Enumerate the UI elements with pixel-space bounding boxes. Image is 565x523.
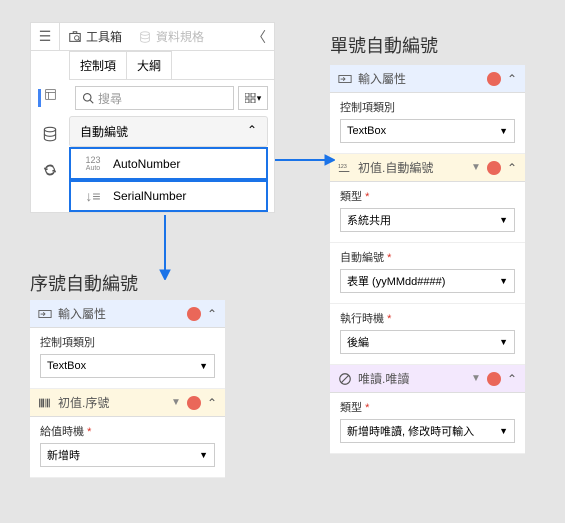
database-icon xyxy=(138,30,152,44)
remove-icon[interactable] xyxy=(487,372,501,386)
section-input-label: 輸入屬性 xyxy=(358,70,481,87)
field-exec: 執行時機 * 後編▼ xyxy=(330,304,525,365)
barcode-icon xyxy=(38,396,52,410)
chevron-up-icon: ⌃ xyxy=(247,123,257,140)
search-placeholder: 搜尋 xyxy=(98,90,122,107)
serialnumber-icon: ↓≡ xyxy=(79,188,107,204)
input-icon xyxy=(38,307,52,321)
item-autonumber-label: AutoNumber xyxy=(113,157,180,171)
field-ro-type: 類型 * 新增時唯讀, 修改時可輸入▼ xyxy=(330,393,525,454)
menu-icon[interactable]: ☰ xyxy=(31,28,59,45)
select-type[interactable]: 系統共用▼ xyxy=(340,208,515,232)
label-timing: 給值時機 * xyxy=(40,423,215,439)
select-timing[interactable]: 新增時▼ xyxy=(40,443,215,467)
toolbox-header: ☰ 工具箱 資料規格 〈 xyxy=(31,23,274,51)
search-row: 搜尋 ▾ xyxy=(69,80,274,116)
group-label: 自動編號 xyxy=(80,123,128,140)
field-autonum: 自動編號 * 表單 (yyMMdd####)▼ xyxy=(330,243,525,304)
autonum-init-icon: 123 xyxy=(338,161,352,175)
input-icon xyxy=(338,72,352,86)
label-autonum: 自動編號 * xyxy=(340,249,515,265)
item-autonumber[interactable]: 123 Auto AutoNumber xyxy=(69,147,268,180)
chevron-up-icon[interactable]: ⌃ xyxy=(507,161,517,175)
layout-icon[interactable] xyxy=(38,89,56,107)
remove-icon[interactable] xyxy=(487,161,501,175)
chevron-up-icon[interactable]: ⌃ xyxy=(507,72,517,86)
chevron-up-icon[interactable]: ⌃ xyxy=(207,396,217,410)
label-control-type: 控制項類別 xyxy=(340,99,515,115)
toolbox-icon xyxy=(68,30,82,44)
tabs: 控制項 大綱 xyxy=(69,51,274,80)
item-serialnumber-label: SerialNumber xyxy=(113,189,186,203)
field-type: 類型 * 系統共用▼ xyxy=(330,182,525,243)
chevron-up-icon[interactable]: ⌃ xyxy=(507,372,517,386)
select-autonum[interactable]: 表單 (yyMMdd####)▼ xyxy=(340,269,515,293)
arrow-to-serial xyxy=(155,215,175,280)
chevron-down-icon[interactable]: ▼ xyxy=(471,162,481,173)
chevron-down-icon: ▾ xyxy=(257,93,262,104)
label-control-type: 控制項類別 xyxy=(40,334,215,350)
chevron-down-icon[interactable]: ▼ xyxy=(471,373,481,384)
field-control-type: 控制項類別 TextBox▼ xyxy=(330,93,525,154)
label-ro-type: 類型 * xyxy=(340,399,515,415)
field-control-type: 控制項類別 TextBox▼ xyxy=(30,328,225,389)
section-readonly[interactable]: 唯讀.唯讀 ▼ ⌃ xyxy=(330,365,525,393)
remove-icon[interactable] xyxy=(187,396,201,410)
search-icon xyxy=(82,92,94,104)
section-init-label: 初值.序號 xyxy=(58,394,165,411)
refresh-icon[interactable] xyxy=(41,161,59,179)
toolbox-title-text: 工具箱 xyxy=(86,28,122,45)
label-type: 類型 * xyxy=(340,188,515,204)
select-ro-type[interactable]: 新增時唯讀, 修改時可輸入▼ xyxy=(340,419,515,443)
arrow-to-auto xyxy=(275,150,335,170)
section-init-serial[interactable]: 初值.序號 ▼ ⌃ xyxy=(30,389,225,417)
section-init-auto[interactable]: 123 初值.自動編號 ▼ ⌃ xyxy=(330,154,525,182)
select-control-type[interactable]: TextBox▼ xyxy=(40,354,215,378)
group-header-autonumber[interactable]: 自動編號 ⌃ xyxy=(69,116,268,147)
heading-serial: 序號自動編號 xyxy=(30,270,138,296)
section-input-label: 輸入屬性 xyxy=(58,305,181,322)
toolbox-panel: ☰ 工具箱 資料規格 〈 控制項 大綱 搜尋 ▾ 自動編號 ⌃ xyxy=(30,22,275,213)
heading-auto: 單號自動編號 xyxy=(330,32,438,58)
side-icon-rail xyxy=(31,79,69,179)
remove-icon[interactable] xyxy=(487,72,501,86)
select-exec[interactable]: 後編▼ xyxy=(340,330,515,354)
grid-icon xyxy=(245,93,257,103)
panel-serial: 輸入屬性 ⌃ 控制項類別 TextBox▼ 初值.序號 ▼ ⌃ 給值時機 * 新… xyxy=(30,300,225,478)
field-timing: 給值時機 * 新增時▼ xyxy=(30,417,225,478)
section-input-serial[interactable]: 輸入屬性 ⌃ xyxy=(30,300,225,328)
select-control-type[interactable]: TextBox▼ xyxy=(340,119,515,143)
section-init-label: 初值.自動編號 xyxy=(358,159,465,176)
database-side-icon[interactable] xyxy=(41,125,59,143)
label-exec: 執行時機 * xyxy=(340,310,515,326)
data-spec-tab[interactable]: 資料規格 xyxy=(130,23,212,50)
item-serialnumber[interactable]: ↓≡ SerialNumber xyxy=(69,180,268,212)
panel-auto: 輸入屬性 ⌃ 控制項類別 TextBox▼ 123 初值.自動編號 ▼ ⌃ 類型… xyxy=(330,65,525,454)
svg-text:123: 123 xyxy=(338,164,347,170)
tab-control[interactable]: 控制項 xyxy=(69,51,127,79)
toolbox-title[interactable]: 工具箱 xyxy=(59,23,130,50)
chevron-up-icon[interactable]: ⌃ xyxy=(207,307,217,321)
collapse-icon[interactable]: 〈 xyxy=(244,27,274,47)
remove-icon[interactable] xyxy=(187,307,201,321)
search-input[interactable]: 搜尋 xyxy=(75,86,234,110)
view-options-button[interactable]: ▾ xyxy=(238,86,268,110)
tab-outline[interactable]: 大綱 xyxy=(126,51,172,79)
chevron-down-icon[interactable]: ▼ xyxy=(171,397,181,408)
autonumber-icon: 123 Auto xyxy=(79,155,107,172)
section-input-auto[interactable]: 輸入屬性 ⌃ xyxy=(330,65,525,93)
data-spec-label: 資料規格 xyxy=(156,28,204,45)
readonly-icon xyxy=(338,372,352,386)
section-readonly-label: 唯讀.唯讀 xyxy=(358,370,465,387)
